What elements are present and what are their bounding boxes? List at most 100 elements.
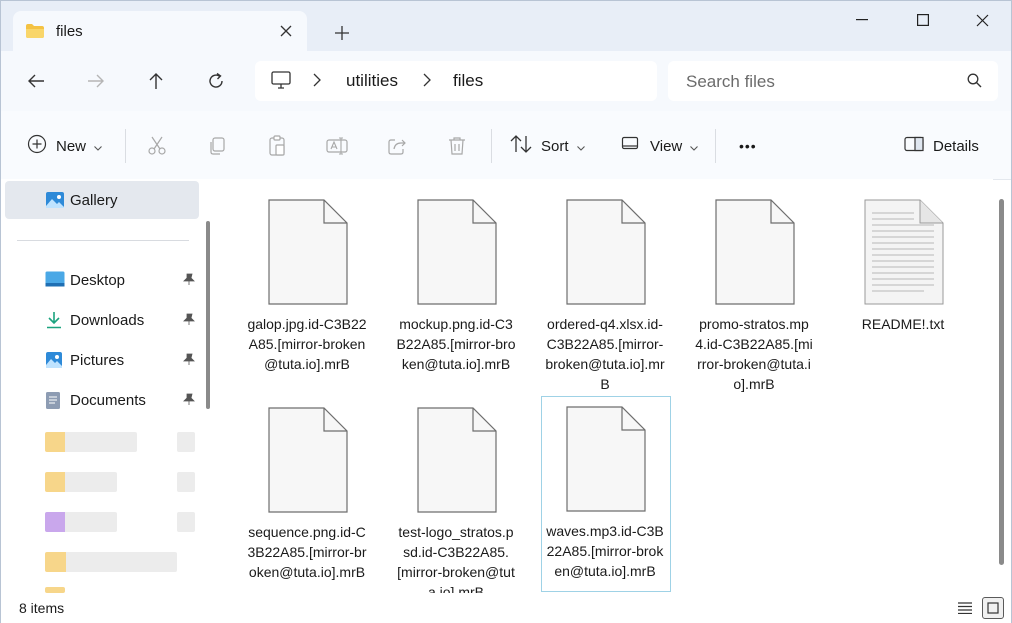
blank-file-icon: [715, 199, 795, 310]
toolbar-divider: [125, 129, 126, 163]
search-input[interactable]: [684, 61, 958, 103]
sidebar-item-downloads[interactable]: Downloads: [5, 301, 199, 339]
search-box[interactable]: [668, 61, 998, 103]
blurred-pin: [177, 472, 195, 492]
breadcrumb-files[interactable]: files: [453, 71, 483, 91]
file-item[interactable]: sequence.png.id-C3B22A85.[mirror-broken@…: [243, 397, 373, 593]
more-options-icon: •••: [739, 138, 757, 154]
close-tab-icon[interactable]: [275, 20, 297, 42]
large-icons-view-icon[interactable]: [982, 597, 1004, 619]
file-item[interactable]: promo-stratos.mp4.id-C3B22A85.[mirror-br…: [690, 189, 820, 392]
blurred-sidebar-item[interactable]: [45, 552, 177, 572]
blurred-sidebar-item[interactable]: [45, 432, 137, 452]
sidebar-item-label: Desktop: [70, 272, 126, 289]
gallery-icon: [45, 191, 65, 214]
sidebar-divider: [17, 240, 189, 241]
pin-icon[interactable]: [183, 273, 195, 291]
copy-icon[interactable]: [204, 133, 230, 159]
details-view-icon[interactable]: [954, 597, 976, 619]
refresh-icon[interactable]: [200, 65, 232, 97]
paste-icon[interactable]: [264, 133, 290, 159]
file-item[interactable]: ordered-q4.xlsx.id-C3B22A85.[mirror-brok…: [541, 189, 671, 392]
up-arrow-icon[interactable]: [140, 65, 172, 97]
details-button[interactable]: Details: [904, 133, 979, 159]
pin-icon[interactable]: [183, 313, 195, 331]
title-bar: files: [1, 1, 1011, 51]
pin-icon[interactable]: [183, 353, 195, 371]
sidebar-item-label: Gallery: [70, 192, 118, 209]
file-item[interactable]: galop.jpg.id-C3B22A85.[mirror-broken@tut…: [243, 189, 373, 385]
toolbar-divider: [715, 129, 716, 163]
sort-icon: [510, 135, 532, 157]
file-name: waves.mp3.id-C3B22A85.[mirror-broken@tut…: [546, 523, 664, 579]
sidebar-item-label: Downloads: [70, 312, 145, 329]
blurred-pin: [177, 432, 195, 452]
new-tab-icon[interactable]: [329, 20, 355, 46]
toolbar-divider: [491, 129, 492, 163]
cut-icon[interactable]: [144, 133, 170, 159]
sidebar-item-documents[interactable]: Documents: [5, 381, 199, 419]
sidebar-scrollbar[interactable]: [206, 221, 210, 409]
view-button[interactable]: View: [621, 133, 699, 159]
documents-icon: [45, 391, 61, 415]
rename-icon[interactable]: [324, 133, 350, 159]
back-arrow-icon[interactable]: [20, 65, 52, 97]
sidebar-item-gallery[interactable]: Gallery: [5, 181, 199, 219]
desktop-icon: [45, 271, 65, 292]
blank-file-icon: [268, 199, 348, 310]
tab-files[interactable]: files: [13, 11, 307, 51]
breadcrumb-separator-icon[interactable]: [313, 73, 321, 91]
sidebar-item-label: Documents: [70, 392, 146, 409]
navigation-bar: utilities files: [1, 51, 1011, 111]
more-options-button[interactable]: •••: [739, 133, 757, 159]
content-scrollbar[interactable]: [999, 199, 1004, 565]
file-item[interactable]: waves.mp3.id-C3B22A85.[mirror-broken@tut…: [541, 396, 671, 592]
breadcrumb-utilities[interactable]: utilities: [346, 71, 398, 91]
file-name: galop.jpg.id-C3B22A85.[mirror-broken@tut…: [247, 316, 367, 372]
file-list: galop.jpg.id-C3B22A85.[mirror-broken@tut…: [213, 179, 993, 593]
blank-file-icon: [417, 407, 497, 518]
share-icon[interactable]: [384, 133, 410, 159]
sort-button-label: Sort: [541, 137, 569, 155]
file-item[interactable]: test-logo_stratos.psd.id-C3B22A85.[mirro…: [392, 397, 522, 593]
minimize-icon[interactable]: [839, 5, 885, 35]
maximize-icon[interactable]: [900, 5, 946, 35]
details-button-label: Details: [933, 137, 979, 155]
sort-button[interactable]: Sort: [510, 133, 585, 159]
pin-icon[interactable]: [183, 393, 195, 411]
view-button-label: View: [650, 137, 683, 155]
command-bar: New Sort View ••• Details: [1, 111, 1011, 180]
blank-file-icon: [566, 199, 646, 310]
pictures-icon: [45, 351, 63, 374]
file-name: test-logo_stratos.psd.id-C3B22A85.[mirro…: [397, 524, 515, 593]
new-button[interactable]: New: [27, 133, 102, 159]
file-name: promo-stratos.mp4.id-C3B22A85.[mirror-br…: [695, 316, 813, 392]
close-window-icon[interactable]: [959, 5, 1005, 35]
file-item[interactable]: README!.txt: [839, 189, 969, 385]
forward-arrow-icon[interactable]: [80, 65, 112, 97]
blurred-sidebar-item[interactable]: [45, 472, 117, 492]
blurred-pin: [177, 512, 195, 532]
chevron-down-icon: [576, 138, 585, 155]
details-pane-icon: [904, 136, 924, 156]
address-bar[interactable]: utilities files: [255, 61, 657, 101]
search-icon[interactable]: [967, 73, 982, 93]
blurred-sidebar-item[interactable]: [45, 512, 117, 532]
sidebar-item-label: Pictures: [70, 352, 125, 369]
blank-file-icon: [417, 199, 497, 310]
sidebar-item-desktop[interactable]: Desktop: [5, 261, 199, 299]
breadcrumb-separator-icon[interactable]: [423, 73, 431, 91]
file-explorer-window: files utilities files Search files New S…: [0, 0, 1012, 623]
download-icon: [45, 311, 63, 334]
file-item[interactable]: mockup.png.id-C3B22A85.[mirror-broken@tu…: [392, 189, 522, 385]
file-name: sequence.png.id-C3B22A85.[mirror-broken@…: [247, 524, 367, 580]
file-name: ordered-q4.xlsx.id-C3B22A85.[mirror-brok…: [545, 316, 665, 392]
blank-file-icon: [268, 407, 348, 518]
sidebar-item-pictures[interactable]: Pictures: [5, 341, 199, 379]
plus-circle-icon: [27, 134, 47, 158]
blank-file-icon: [566, 406, 646, 517]
this-pc-icon[interactable]: [271, 71, 291, 94]
new-button-label: New: [56, 137, 87, 155]
chevron-down-icon: [690, 138, 699, 155]
delete-icon[interactable]: [444, 133, 470, 159]
